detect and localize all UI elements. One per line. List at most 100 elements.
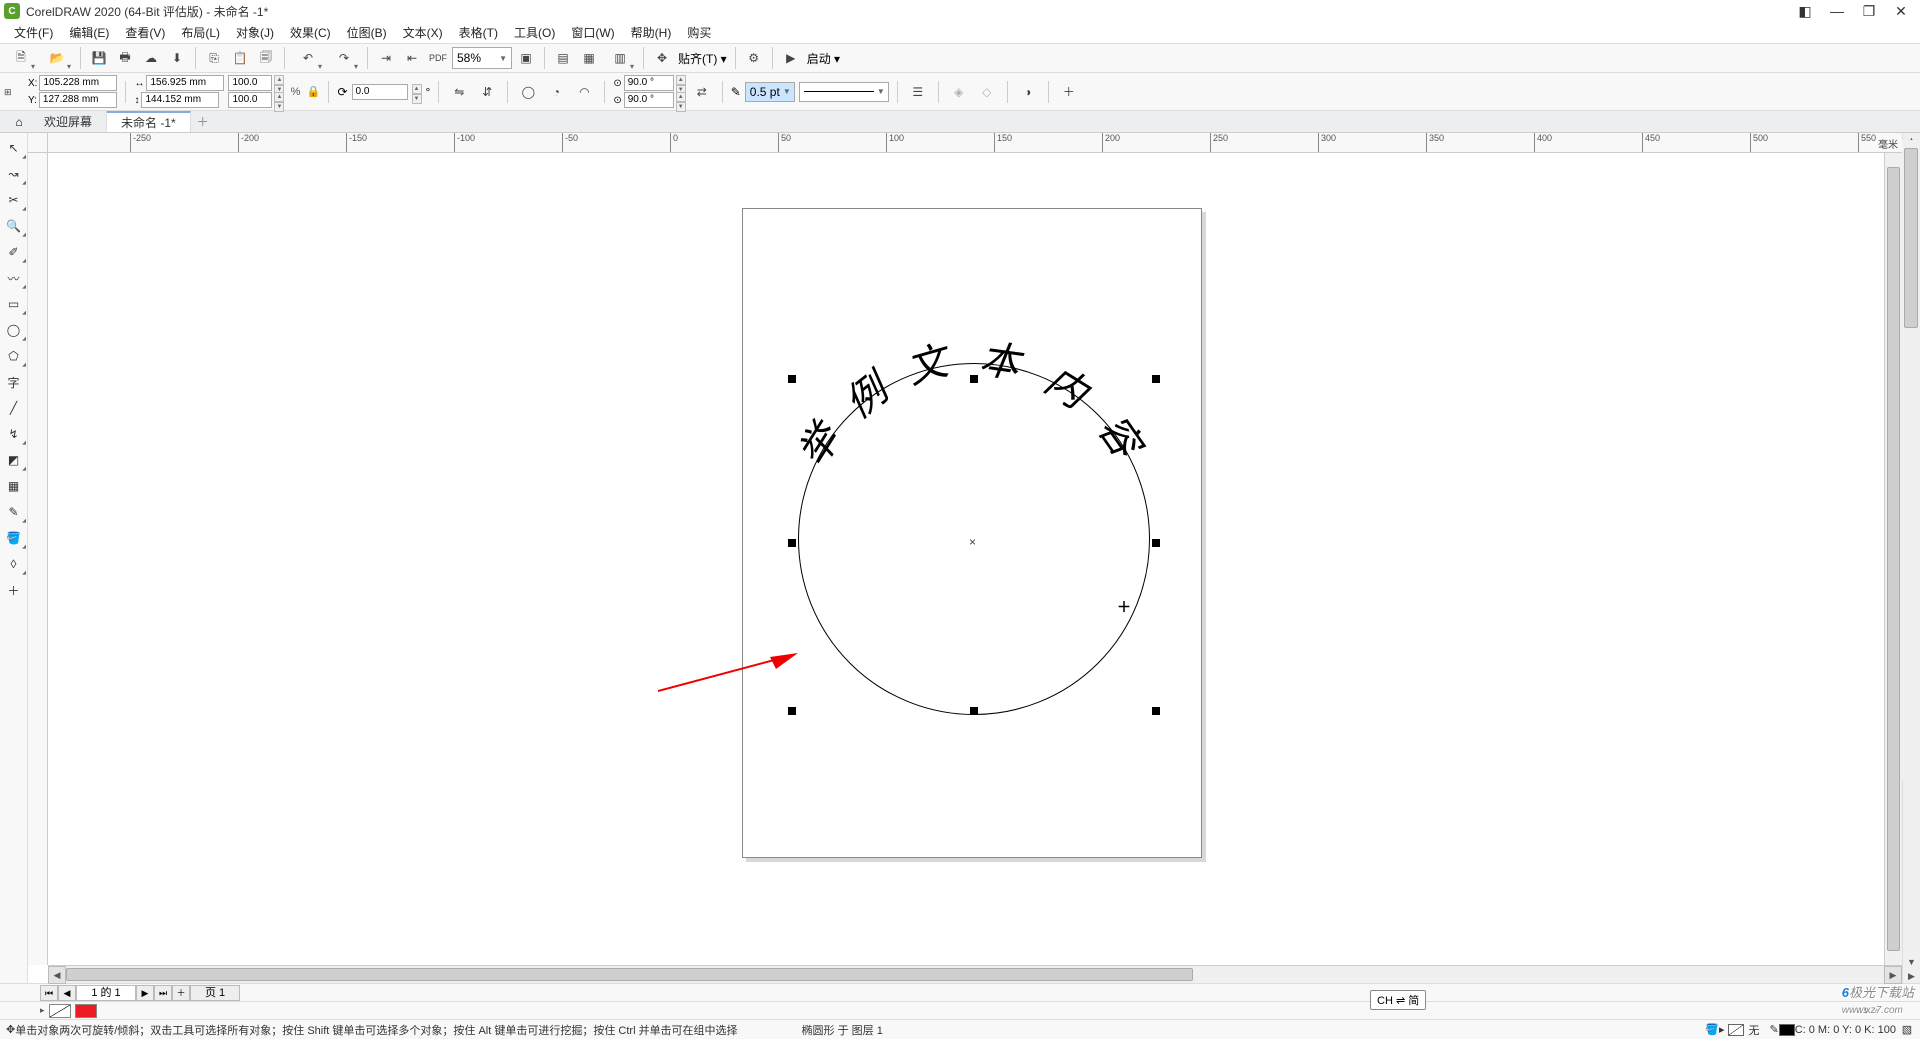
ellipse-mode-icon[interactable]: ◯ (516, 80, 540, 104)
undo-button[interactable]: ↶ (291, 46, 325, 70)
snap-dropdown[interactable]: 贴齐(T) ▾ (676, 50, 729, 67)
snap-icon[interactable]: ✥ (650, 46, 674, 70)
menu-table[interactable]: 表格(T) (451, 24, 506, 41)
wrap-text-icon[interactable]: ☰ (906, 80, 930, 104)
horizontal-ruler[interactable]: -300-250-200-150-100-5005010015020025030… (48, 133, 1902, 153)
docpal-menu[interactable]: ▸ (40, 1005, 45, 1016)
outline-style[interactable]: ▼ (799, 82, 889, 102)
guides-icon[interactable]: ▥ (603, 46, 637, 70)
x-position[interactable]: 105.228 mm (39, 75, 117, 91)
page-tab-1[interactable]: 页 1 (190, 985, 240, 1001)
import-button[interactable]: ⇥ (374, 46, 398, 70)
tab-welcome[interactable]: 欢迎屏幕 (30, 111, 107, 132)
rectangle-tool[interactable]: ▭ (0, 291, 27, 317)
open-button[interactable]: 📂 (40, 46, 74, 70)
width-field[interactable]: 156.925 mm (146, 75, 224, 91)
menu-text[interactable]: 文本(X) (395, 24, 451, 41)
menu-file[interactable]: 文件(F) (6, 24, 61, 41)
to-front-icon[interactable]: ◈ (947, 80, 971, 104)
height-field[interactable]: 144.152 mm (141, 92, 219, 108)
zoom-level[interactable]: 58%▼ (452, 47, 512, 69)
mirror-h-icon[interactable]: ⇋ (447, 80, 471, 104)
y-position[interactable]: 127.288 mm (39, 92, 117, 108)
shape-tool[interactable]: ↝ (0, 161, 27, 187)
selection-handle-mr[interactable] (1152, 539, 1160, 547)
end-angle-spinner[interactable]: ▲▼ (676, 92, 686, 108)
vertical-ruler[interactable] (28, 153, 48, 965)
menu-view[interactable]: 查看(V) (117, 24, 173, 41)
status-fill[interactable]: 🪣▸ 无 (1705, 1022, 1759, 1038)
to-back-icon[interactable]: ◇ (975, 80, 999, 104)
paste-button[interactable]: 📋 (228, 46, 252, 70)
artistic-media-tool[interactable]: 〰 (0, 265, 27, 291)
lock-ratio-icon[interactable]: 🔒 (306, 85, 320, 98)
zoom-tool[interactable]: 🔍 (0, 213, 27, 239)
docpal-red[interactable] (75, 1004, 97, 1018)
copy-button[interactable]: ⎘ (202, 46, 226, 70)
new-tab-button[interactable]: ＋ (191, 111, 215, 132)
clipboard-button[interactable]: 🗐 (254, 46, 278, 70)
scalex-spinner[interactable]: ▲▼ (274, 75, 284, 91)
show-rulers-icon[interactable]: ▤ (551, 46, 575, 70)
menu-buy[interactable]: 购买 (679, 24, 719, 41)
tab-document[interactable]: 未命名 -1* (107, 111, 191, 132)
menu-edit[interactable]: 编辑(E) (61, 24, 117, 41)
menu-effects[interactable]: 效果(C) (282, 24, 339, 41)
cloud-up-icon[interactable]: ☁ (139, 46, 163, 70)
maximize-button[interactable]: ❐ (1860, 3, 1878, 20)
redo-button[interactable]: ↷ (327, 46, 361, 70)
start-angle-field[interactable]: 90.0 ° (624, 75, 674, 91)
crop-tool[interactable]: ✂ (0, 187, 27, 213)
menu-window[interactable]: 窗口(W) (563, 24, 622, 41)
hscroll-thumb[interactable] (66, 968, 1193, 981)
print-button[interactable]: 🖶 (113, 46, 137, 70)
mirror-v-icon[interactable]: ⇵ (475, 80, 499, 104)
ellipse-tool[interactable]: ◯ (0, 317, 27, 343)
swap-angles-icon[interactable]: ⇄ (690, 80, 714, 104)
menu-layout[interactable]: 布局(L) (173, 24, 228, 41)
save-button[interactable]: 💾 (87, 46, 111, 70)
export-button[interactable]: ⇤ (400, 46, 424, 70)
add-preset-icon[interactable]: ＋ (1057, 80, 1081, 104)
pie-mode-icon[interactable]: ◔ (544, 80, 568, 104)
scaley-spinner[interactable]: ▲▼ (274, 92, 284, 108)
launch-icon[interactable]: ▶ (779, 46, 803, 70)
menu-tools[interactable]: 工具(O) (506, 24, 563, 41)
outline-tool[interactable]: ◊ (0, 551, 27, 577)
outline-width[interactable]: 0.5 pt▼ (745, 82, 795, 102)
canvas-hscrollbar[interactable]: ◀ ▶ (48, 965, 1902, 983)
drop-shadow-tool[interactable]: ◩ (0, 447, 27, 473)
polygon-tool[interactable]: ⬠ (0, 343, 27, 369)
start-angle-spinner[interactable]: ▲▼ (676, 75, 686, 91)
rot-spinner[interactable]: ▲▼ (412, 84, 422, 100)
page-first[interactable]: ⏮ (40, 985, 58, 1001)
window-scroll-thumb[interactable] (1904, 148, 1918, 328)
cloud-down-icon[interactable]: ⬇ (165, 46, 189, 70)
fill-tool[interactable]: 🪣 (0, 525, 27, 551)
parallel-dim-tool[interactable]: ╱ (0, 395, 27, 421)
scale-x-field[interactable]: 100.0 (228, 75, 272, 91)
pdf-export-icon[interactable]: PDF (426, 46, 450, 70)
close-button[interactable]: ✕ (1892, 3, 1910, 20)
minimize-button[interactable]: ― (1828, 3, 1846, 20)
text-on-path[interactable]: 举 例 文 本 内 容 (786, 325, 1166, 525)
end-angle-field[interactable]: 90.0 ° (624, 92, 674, 108)
convert-curves-icon[interactable]: ◑ (1016, 80, 1040, 104)
hscroll-left[interactable]: ◀ (48, 966, 66, 984)
home-tab-icon[interactable]: ⌂ (8, 115, 30, 129)
show-grid-icon[interactable]: ▦ (577, 46, 601, 70)
selection-handle-ml[interactable] (788, 539, 796, 547)
new-button[interactable]: 🗎 (4, 46, 38, 70)
menu-object[interactable]: 对象(J) (228, 24, 282, 41)
palette-down[interactable]: ▼ (1903, 955, 1920, 969)
scale-y-field[interactable]: 100.0 (228, 92, 272, 108)
fullscreen-icon[interactable]: ▣ (514, 46, 538, 70)
canvas[interactable]: × ＋ 举 例 文 本 内 容 (48, 153, 1902, 965)
eyedropper-tool[interactable]: ✎ (0, 499, 27, 525)
docs-icon[interactable]: ◧ (1796, 3, 1814, 20)
page-last[interactable]: ⏭ (154, 985, 172, 1001)
toolbox-add[interactable]: ＋ (0, 577, 27, 603)
docpal-none[interactable] (49, 1004, 71, 1018)
menu-help[interactable]: 帮助(H) (623, 24, 680, 41)
page-add[interactable]: ＋ (172, 985, 190, 1001)
